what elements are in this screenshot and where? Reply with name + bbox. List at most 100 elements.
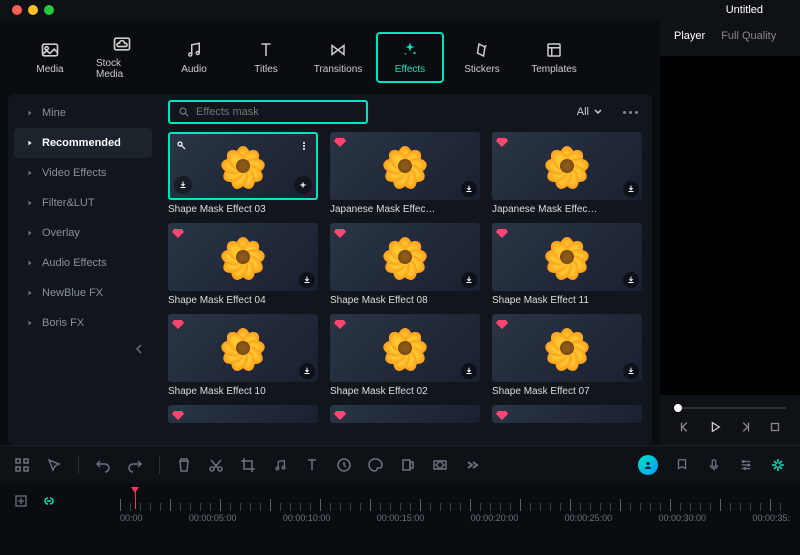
keyframe-button[interactable]: [432, 457, 448, 473]
undo-button[interactable]: [95, 457, 111, 473]
sidebar-item-boris-fx[interactable]: Boris FX: [14, 308, 152, 338]
more-icon[interactable]: [296, 138, 312, 154]
tab-titles[interactable]: Titles: [232, 34, 300, 81]
text-button[interactable]: [304, 457, 320, 473]
effect-thumbnail[interactable]: [168, 132, 318, 200]
color-button[interactable]: [368, 457, 384, 473]
tab-media[interactable]: Media: [16, 34, 84, 81]
search-box[interactable]: [168, 100, 368, 124]
sidebar-item-mine[interactable]: Mine: [14, 98, 152, 128]
download-icon[interactable]: [461, 363, 477, 379]
chevron-right-icon: [26, 139, 34, 147]
effect-thumbnail[interactable]: [492, 314, 642, 382]
sidebar-item-video-effects[interactable]: Video Effects: [14, 158, 152, 188]
effect-thumbnail[interactable]: [492, 223, 642, 291]
speed-button[interactable]: [336, 457, 352, 473]
timeline-ruler[interactable]: 00:0000:00:05:0000:00:10:0000:00:15:0000…: [0, 489, 800, 509]
close-window-button[interactable]: [12, 5, 22, 15]
search-input[interactable]: [196, 106, 358, 118]
effect-card[interactable]: [168, 405, 318, 423]
maximize-window-button[interactable]: [44, 5, 54, 15]
effect-thumbnail[interactable]: [330, 223, 480, 291]
playhead[interactable]: [135, 489, 136, 509]
effect-thumbnail[interactable]: [330, 132, 480, 200]
crop-button[interactable]: [240, 457, 256, 473]
effect-card[interactable]: Japanese Mask Effec…: [330, 132, 480, 215]
effect-card[interactable]: Shape Mask Effect 08: [330, 223, 480, 306]
effect-thumbnail[interactable]: [168, 405, 318, 423]
premium-gem-icon: [495, 135, 509, 149]
tab-stickers[interactable]: Stickers: [448, 34, 516, 81]
download-icon[interactable]: [623, 363, 639, 379]
render-button[interactable]: [770, 457, 786, 473]
effect-card[interactable]: Shape Mask Effect 07: [492, 314, 642, 397]
effect-card[interactable]: Shape Mask Effect 10: [168, 314, 318, 397]
redo-button[interactable]: [127, 457, 143, 473]
effect-card[interactable]: Shape Mask Effect 02: [330, 314, 480, 397]
tab-templates[interactable]: Templates: [520, 34, 588, 81]
download-icon[interactable]: [174, 176, 192, 194]
layout-grid-icon[interactable]: [14, 457, 30, 473]
effect-label: Japanese Mask Effec…: [330, 204, 480, 215]
effect-thumbnail[interactable]: [168, 223, 318, 291]
effect-card[interactable]: [330, 405, 480, 423]
minimize-window-button[interactable]: [28, 5, 38, 15]
voiceover-button[interactable]: [706, 457, 722, 473]
next-frame-button[interactable]: [737, 419, 753, 435]
sidebar-item-overlay[interactable]: Overlay: [14, 218, 152, 248]
scrub-bar[interactable]: [660, 401, 800, 409]
marker-button[interactable]: [674, 457, 690, 473]
player-controls: [660, 409, 800, 445]
delete-button[interactable]: [176, 457, 192, 473]
effect-thumbnail[interactable]: [168, 314, 318, 382]
mixer-button[interactable]: [738, 457, 754, 473]
stop-button[interactable]: [767, 419, 783, 435]
main-area: Media Stock Media Audio Titles Transitio…: [0, 20, 800, 445]
preview-viewport[interactable]: [660, 56, 800, 395]
download-icon[interactable]: [623, 272, 639, 288]
more-tools-button[interactable]: [464, 457, 480, 473]
effect-thumbnail[interactable]: [492, 132, 642, 200]
tab-transitions[interactable]: Transitions: [304, 34, 372, 81]
sidebar-item-audio-effects[interactable]: Audio Effects: [14, 248, 152, 278]
add-icon[interactable]: [294, 176, 312, 194]
sidebar-item-recommended[interactable]: Recommended: [14, 128, 152, 158]
download-icon[interactable]: [299, 363, 315, 379]
prev-frame-button[interactable]: [677, 419, 693, 435]
more-options-button[interactable]: [619, 107, 642, 118]
download-icon[interactable]: [299, 272, 315, 288]
cut-button[interactable]: [208, 457, 224, 473]
freeze-frame-button[interactable]: [400, 457, 416, 473]
sidebar-item-filter-lut[interactable]: Filter&LUT: [14, 188, 152, 218]
effect-card[interactable]: [492, 405, 642, 423]
sidebar-item-newblue-fx[interactable]: NewBlue FX: [14, 278, 152, 308]
effect-card[interactable]: Shape Mask Effect 11: [492, 223, 642, 306]
music-button[interactable]: [272, 457, 288, 473]
effect-card[interactable]: Shape Mask Effect 03: [168, 132, 318, 215]
effect-card[interactable]: Shape Mask Effect 04: [168, 223, 318, 306]
full-quality-tab[interactable]: Full Quality: [721, 30, 776, 42]
player-tab[interactable]: Player: [674, 30, 705, 42]
cursor-icon[interactable]: [46, 457, 62, 473]
tab-stock-media[interactable]: Stock Media: [88, 28, 156, 86]
play-button[interactable]: [707, 419, 723, 435]
effect-thumbnail[interactable]: [330, 405, 480, 423]
download-icon[interactable]: [623, 181, 639, 197]
filter-dropdown[interactable]: All: [569, 102, 611, 122]
effect-card[interactable]: Japanese Mask Effec…: [492, 132, 642, 215]
download-icon[interactable]: [461, 181, 477, 197]
tab-effects[interactable]: Effects: [376, 32, 444, 83]
tab-audio[interactable]: Audio: [160, 34, 228, 81]
collapse-sidebar-button[interactable]: [8, 338, 158, 360]
download-icon[interactable]: [461, 272, 477, 288]
top-tabs: Media Stock Media Audio Titles Transitio…: [0, 20, 660, 94]
add-track-button[interactable]: [14, 494, 28, 508]
effect-thumbnail[interactable]: [492, 405, 642, 423]
link-button[interactable]: [42, 494, 56, 508]
timeline: 00:0000:00:05:0000:00:10:0000:00:15:0000…: [0, 483, 800, 555]
effect-thumbnail[interactable]: [330, 314, 480, 382]
tag-icon[interactable]: [174, 138, 190, 154]
ai-avatar-button[interactable]: [638, 455, 658, 475]
effect-label: Shape Mask Effect 04: [168, 295, 318, 306]
timeline-track[interactable]: [0, 509, 800, 529]
